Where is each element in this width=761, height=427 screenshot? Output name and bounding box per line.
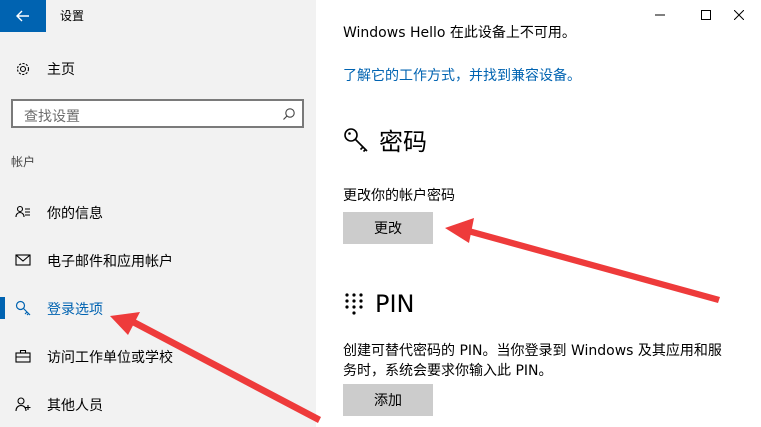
active-indicator [0,297,5,319]
gear-icon [14,60,32,78]
person-add-icon [14,395,32,413]
pin-title: PIN [375,290,415,318]
sidebar-item-label: 你的信息 [47,206,103,222]
pin-description-line: 务时，系统会要求你输入此 PIN。 [343,363,553,379]
sidebar-item-email-accounts[interactable]: 电子邮件和应用帐户 [0,243,316,277]
key-icon [344,127,368,152]
pin-description: 创建可替代密码的 PIN。当你登录到 Windows 及其应用和服 务时，系统会… [343,341,722,381]
change-password-button[interactable]: 更改 [343,212,433,244]
pin-description-line: 创建可替代密码的 PIN。当你登录到 Windows 及其应用和服 [343,343,722,359]
person-list-icon [14,203,32,221]
briefcase-icon [14,347,32,365]
minimize-button[interactable] [638,0,682,30]
learn-more-link[interactable]: 了解它的工作方式，并找到兼容设备。 [343,65,581,85]
sidebar: 设置 主页 查找设置 帐户 你的信息 电子邮件和应用帐户 登录选项 访问工作单位… [0,0,316,427]
password-section-header: 密码 [343,122,427,157]
back-button[interactable] [0,0,46,32]
sidebar-item-label: 电子邮件和应用帐户 [47,254,173,270]
password-title: 密码 [379,128,427,156]
sidebar-item-other-people[interactable]: 其他人员 [0,387,316,421]
keypad-icon [345,293,363,315]
app-title: 设置 [60,9,85,23]
sidebar-item-label: 其他人员 [47,398,103,414]
annotation-arrow [445,218,720,303]
sidebar-item-work-school[interactable]: 访问工作单位或学校 [0,339,316,373]
mail-icon [14,251,32,269]
close-button[interactable] [717,0,761,30]
maximize-icon [701,10,711,20]
minimize-icon [655,14,665,16]
search-icon[interactable] [282,107,296,121]
sidebar-item-sign-in-options[interactable]: 登录选项 [0,291,316,325]
close-icon [734,10,744,20]
windows-hello-status: Windows Hello 在此设备上不可用。 [343,25,576,41]
sidebar-item-home[interactable]: 主页 [0,52,316,86]
back-arrow-icon [16,10,29,22]
search-input[interactable]: 查找设置 [11,99,304,128]
sidebar-item-label: 登录选项 [47,302,103,318]
pin-section-header: PIN [343,290,415,318]
password-description: 更改你的帐户密码 [343,188,455,204]
sidebar-item-your-info[interactable]: 你的信息 [0,195,316,229]
add-pin-button[interactable]: 添加 [343,384,433,416]
search-placeholder: 查找设置 [24,109,80,125]
key-icon [14,299,32,317]
sidebar-item-label: 访问工作单位或学校 [47,350,173,366]
section-label-accounts: 帐户 [11,155,36,169]
sidebar-home-label: 主页 [47,62,75,78]
